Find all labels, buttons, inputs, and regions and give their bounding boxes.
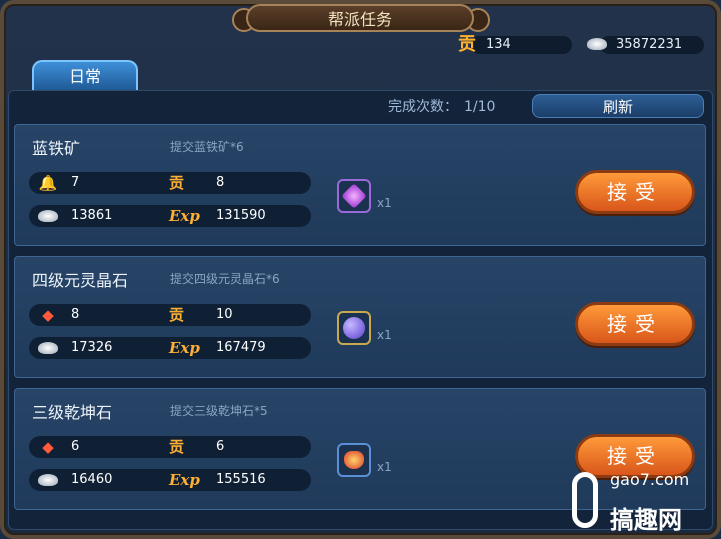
watermark-site: gao7.com	[610, 470, 690, 489]
contribution-reward-value: 10	[216, 307, 233, 322]
silver-icon	[37, 207, 59, 225]
exp-reward-value: 131590	[216, 208, 266, 223]
reward-row: 🔔 7 贡 8	[29, 172, 311, 194]
contribution-icon: 贡	[169, 306, 185, 324]
exp-label: Exp	[169, 207, 200, 225]
silver-icon	[586, 34, 608, 56]
completion-count: 完成次数： 1/10	[388, 96, 495, 116]
watermark-logo-icon	[572, 472, 598, 528]
reward-row: ◆ 6 贡 6	[29, 436, 311, 458]
reward-a-value: 7	[71, 175, 80, 190]
exp-reward-value: 167479	[216, 340, 266, 355]
task-card: 蓝铁矿 提交蓝铁矿*6 🔔 7 贡 8 13861 Exp 131590 x1 …	[14, 124, 706, 246]
reward-row: 17326 Exp 167479	[29, 337, 311, 359]
reward-row: 13861 Exp 131590	[29, 205, 311, 227]
window-title: 帮派任务	[246, 4, 474, 32]
accept-button[interactable]: 接受	[575, 302, 695, 346]
reward-a-value: 6	[71, 439, 80, 454]
silver-icon	[37, 471, 59, 489]
task-description: 提交三级乾坤石*5	[170, 404, 268, 418]
contribution-value: 134	[486, 37, 511, 52]
bell-reward-icon: 🔔	[38, 174, 58, 192]
exp-label: Exp	[169, 339, 200, 357]
item-quantity: x1	[377, 196, 392, 210]
gift-pouch-icon[interactable]	[337, 443, 371, 477]
contribution-reward-value: 6	[216, 439, 225, 454]
exp-label: Exp	[169, 471, 200, 489]
refresh-button[interactable]: 刷新	[532, 94, 704, 118]
item-quantity: x1	[377, 460, 392, 474]
silver-reward-value: 16460	[71, 472, 113, 487]
task-description: 提交四级元灵晶石*6	[170, 272, 280, 286]
red-pouch-reward-icon: ◆	[42, 438, 54, 456]
completion-count-value: 1/10	[464, 99, 496, 115]
contribution-icon: 贡	[169, 438, 185, 456]
contribution-reward-value: 8	[216, 175, 225, 190]
silver-value: 35872231	[616, 37, 683, 52]
task-name: 四级元灵晶石	[32, 271, 129, 290]
watermark-name: 搞趣网	[610, 506, 682, 534]
tab-daily[interactable]: 日常	[32, 60, 138, 90]
contribution-icon: 贡	[458, 34, 476, 55]
task-name: 蓝铁矿	[32, 139, 81, 158]
reward-row: 16460 Exp 155516	[29, 469, 311, 491]
watermark: gao7.com 搞趣网	[570, 470, 720, 538]
task-name: 三级乾坤石	[32, 403, 113, 422]
completion-count-label: 完成次数：	[388, 99, 458, 115]
task-card: 四级元灵晶石 提交四级元灵晶石*6 ◆ 8 贡 10 17326 Exp 167…	[14, 256, 706, 378]
item-quantity: x1	[377, 328, 392, 342]
silver-icon	[37, 339, 59, 357]
silver-reward-value: 17326	[71, 340, 113, 355]
silver-reward-value: 13861	[71, 208, 113, 223]
accept-button[interactable]: 接受	[575, 170, 695, 214]
grape-crystal-icon[interactable]	[337, 311, 371, 345]
purple-gem-icon[interactable]	[337, 179, 371, 213]
silver-display: 35872231	[587, 36, 704, 54]
task-description: 提交蓝铁矿*6	[170, 140, 244, 154]
exp-reward-value: 155516	[216, 472, 266, 487]
red-pouch-reward-icon: ◆	[42, 306, 54, 324]
reward-a-value: 8	[71, 307, 80, 322]
reward-row: ◆ 8 贡 10	[29, 304, 311, 326]
contribution-display: 贡 134	[458, 34, 572, 55]
contribution-icon: 贡	[169, 174, 185, 192]
